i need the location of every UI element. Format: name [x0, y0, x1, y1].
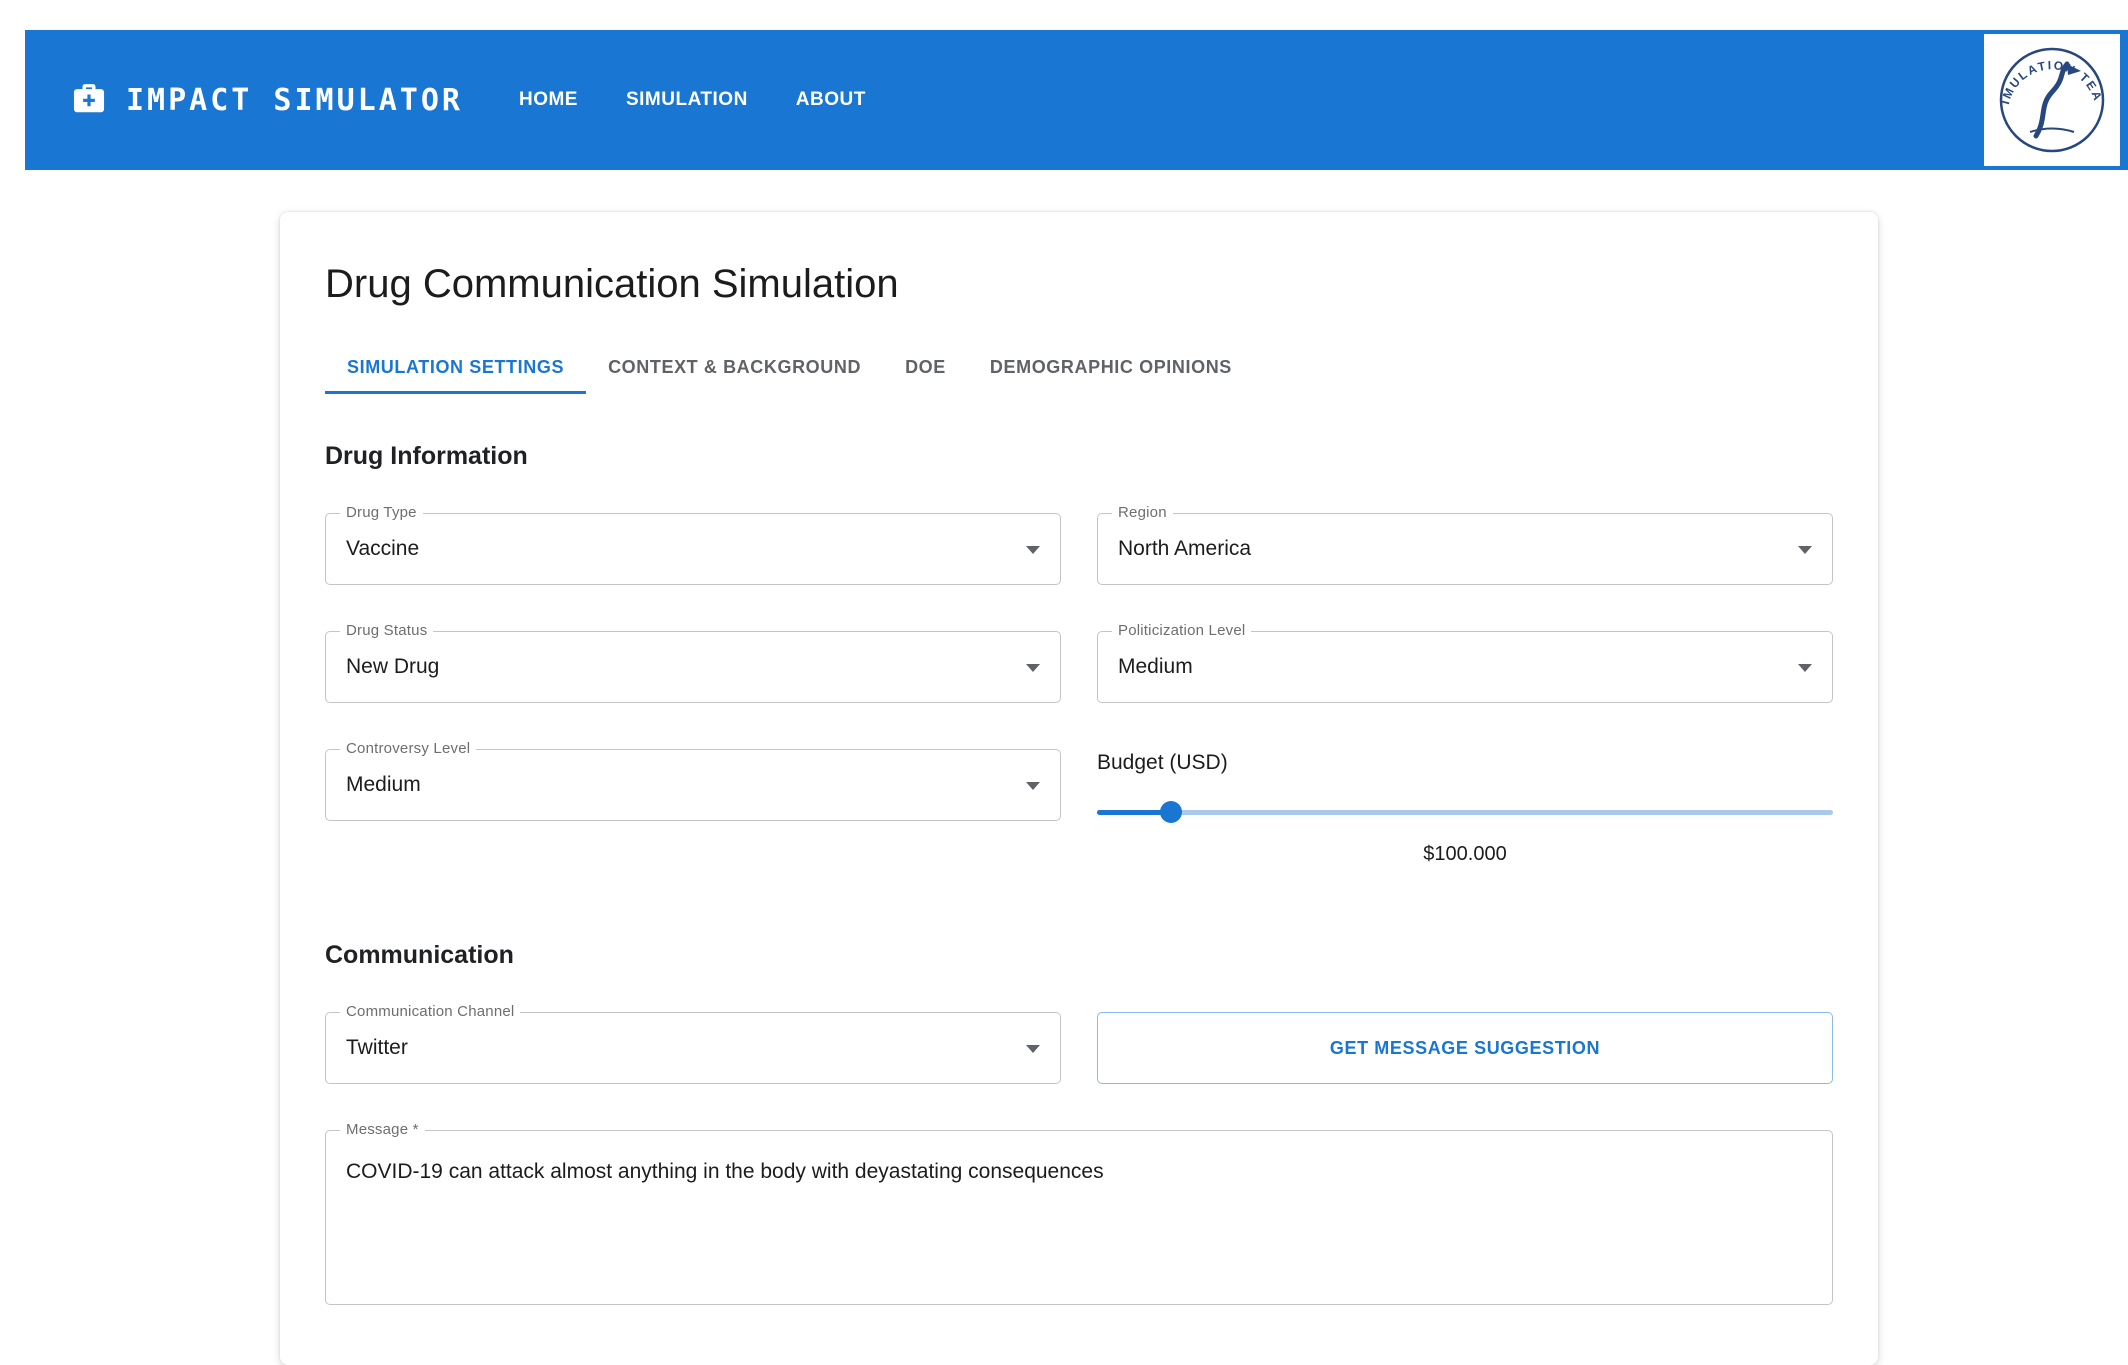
drug-type-label: Drug Type — [340, 504, 423, 521]
dropdown-arrow-icon — [1026, 664, 1040, 672]
simulation-team-logo: SIMULATION TEAM — [1984, 34, 2120, 166]
drug-information-heading: Drug Information — [325, 442, 1833, 471]
brand-title: IMPACT SIMULATOR — [126, 83, 463, 118]
message-label: Message * — [340, 1121, 425, 1138]
budget-control: Budget (USD) $100.000 — [1097, 749, 1833, 866]
region-label: Region — [1112, 504, 1173, 521]
politicization-level-label: Politicization Level — [1112, 622, 1251, 639]
brand-link[interactable]: IMPACT SIMULATOR — [70, 79, 463, 122]
budget-slider[interactable] — [1097, 801, 1833, 823]
get-message-suggestion-button[interactable]: GET MESSAGE SUGGESTION — [1097, 1012, 1833, 1084]
tab-context-background[interactable]: CONTEXT & BACKGROUND — [586, 341, 883, 394]
tab-doe[interactable]: DOE — [883, 341, 968, 394]
tab-simulation-settings[interactable]: SIMULATION SETTINGS — [325, 341, 586, 394]
communication-channel-label: Communication Channel — [340, 1003, 520, 1020]
controversy-level-label: Controversy Level — [340, 740, 476, 757]
drug-status-value: New Drug — [346, 655, 439, 679]
dropdown-arrow-icon — [1026, 546, 1040, 554]
drug-type-select[interactable]: Drug Type Vaccine — [325, 513, 1061, 585]
controversy-level-value: Medium — [346, 773, 421, 797]
nav-about[interactable]: ABOUT — [796, 89, 866, 111]
slider-thumb[interactable] — [1160, 801, 1182, 823]
tab-bar: SIMULATION SETTINGS CONTEXT & BACKGROUND… — [325, 341, 1833, 394]
region-value: North America — [1118, 537, 1251, 561]
message-input[interactable]: Message * COVID-19 can attack almost any… — [325, 1130, 1833, 1305]
slider-rail — [1097, 810, 1833, 815]
nav-simulation[interactable]: SIMULATION — [626, 89, 748, 111]
budget-value: $100.000 — [1097, 843, 1833, 866]
politicization-level-value: Medium — [1118, 655, 1193, 679]
dropdown-arrow-icon — [1798, 546, 1812, 554]
drug-type-value: Vaccine — [346, 537, 419, 561]
drug-information-form: Drug Type Vaccine Region North America D… — [325, 513, 1833, 866]
politicization-level-select[interactable]: Politicization Level Medium — [1097, 631, 1833, 703]
drug-status-label: Drug Status — [340, 622, 433, 639]
budget-label: Budget (USD) — [1097, 751, 1833, 775]
dropdown-arrow-icon — [1798, 664, 1812, 672]
nav-home[interactable]: HOME — [519, 89, 578, 111]
communication-heading: Communication — [325, 941, 1833, 970]
dropdown-arrow-icon — [1026, 782, 1040, 790]
app-header: IMPACT SIMULATOR HOME SIMULATION ABOUT S… — [25, 30, 2128, 170]
medical-bag-icon — [70, 79, 108, 122]
dropdown-arrow-icon — [1026, 1045, 1040, 1053]
drug-status-select[interactable]: Drug Status New Drug — [325, 631, 1061, 703]
message-value: COVID-19 can attack almost anything in t… — [346, 1157, 1104, 1186]
region-select[interactable]: Region North America — [1097, 513, 1833, 585]
simulation-card: Drug Communication Simulation SIMULATION… — [280, 212, 1878, 1365]
tab-demographic-opinions[interactable]: DEMOGRAPHIC OPINIONS — [968, 341, 1254, 394]
controversy-level-select[interactable]: Controversy Level Medium — [325, 749, 1061, 821]
page-title: Drug Communication Simulation — [325, 262, 1833, 307]
communication-channel-value: Twitter — [346, 1036, 408, 1060]
main-nav: HOME SIMULATION ABOUT — [519, 89, 866, 111]
communication-form: Communication Channel Twitter GET MESSAG… — [325, 1012, 1833, 1084]
communication-channel-select[interactable]: Communication Channel Twitter — [325, 1012, 1061, 1084]
